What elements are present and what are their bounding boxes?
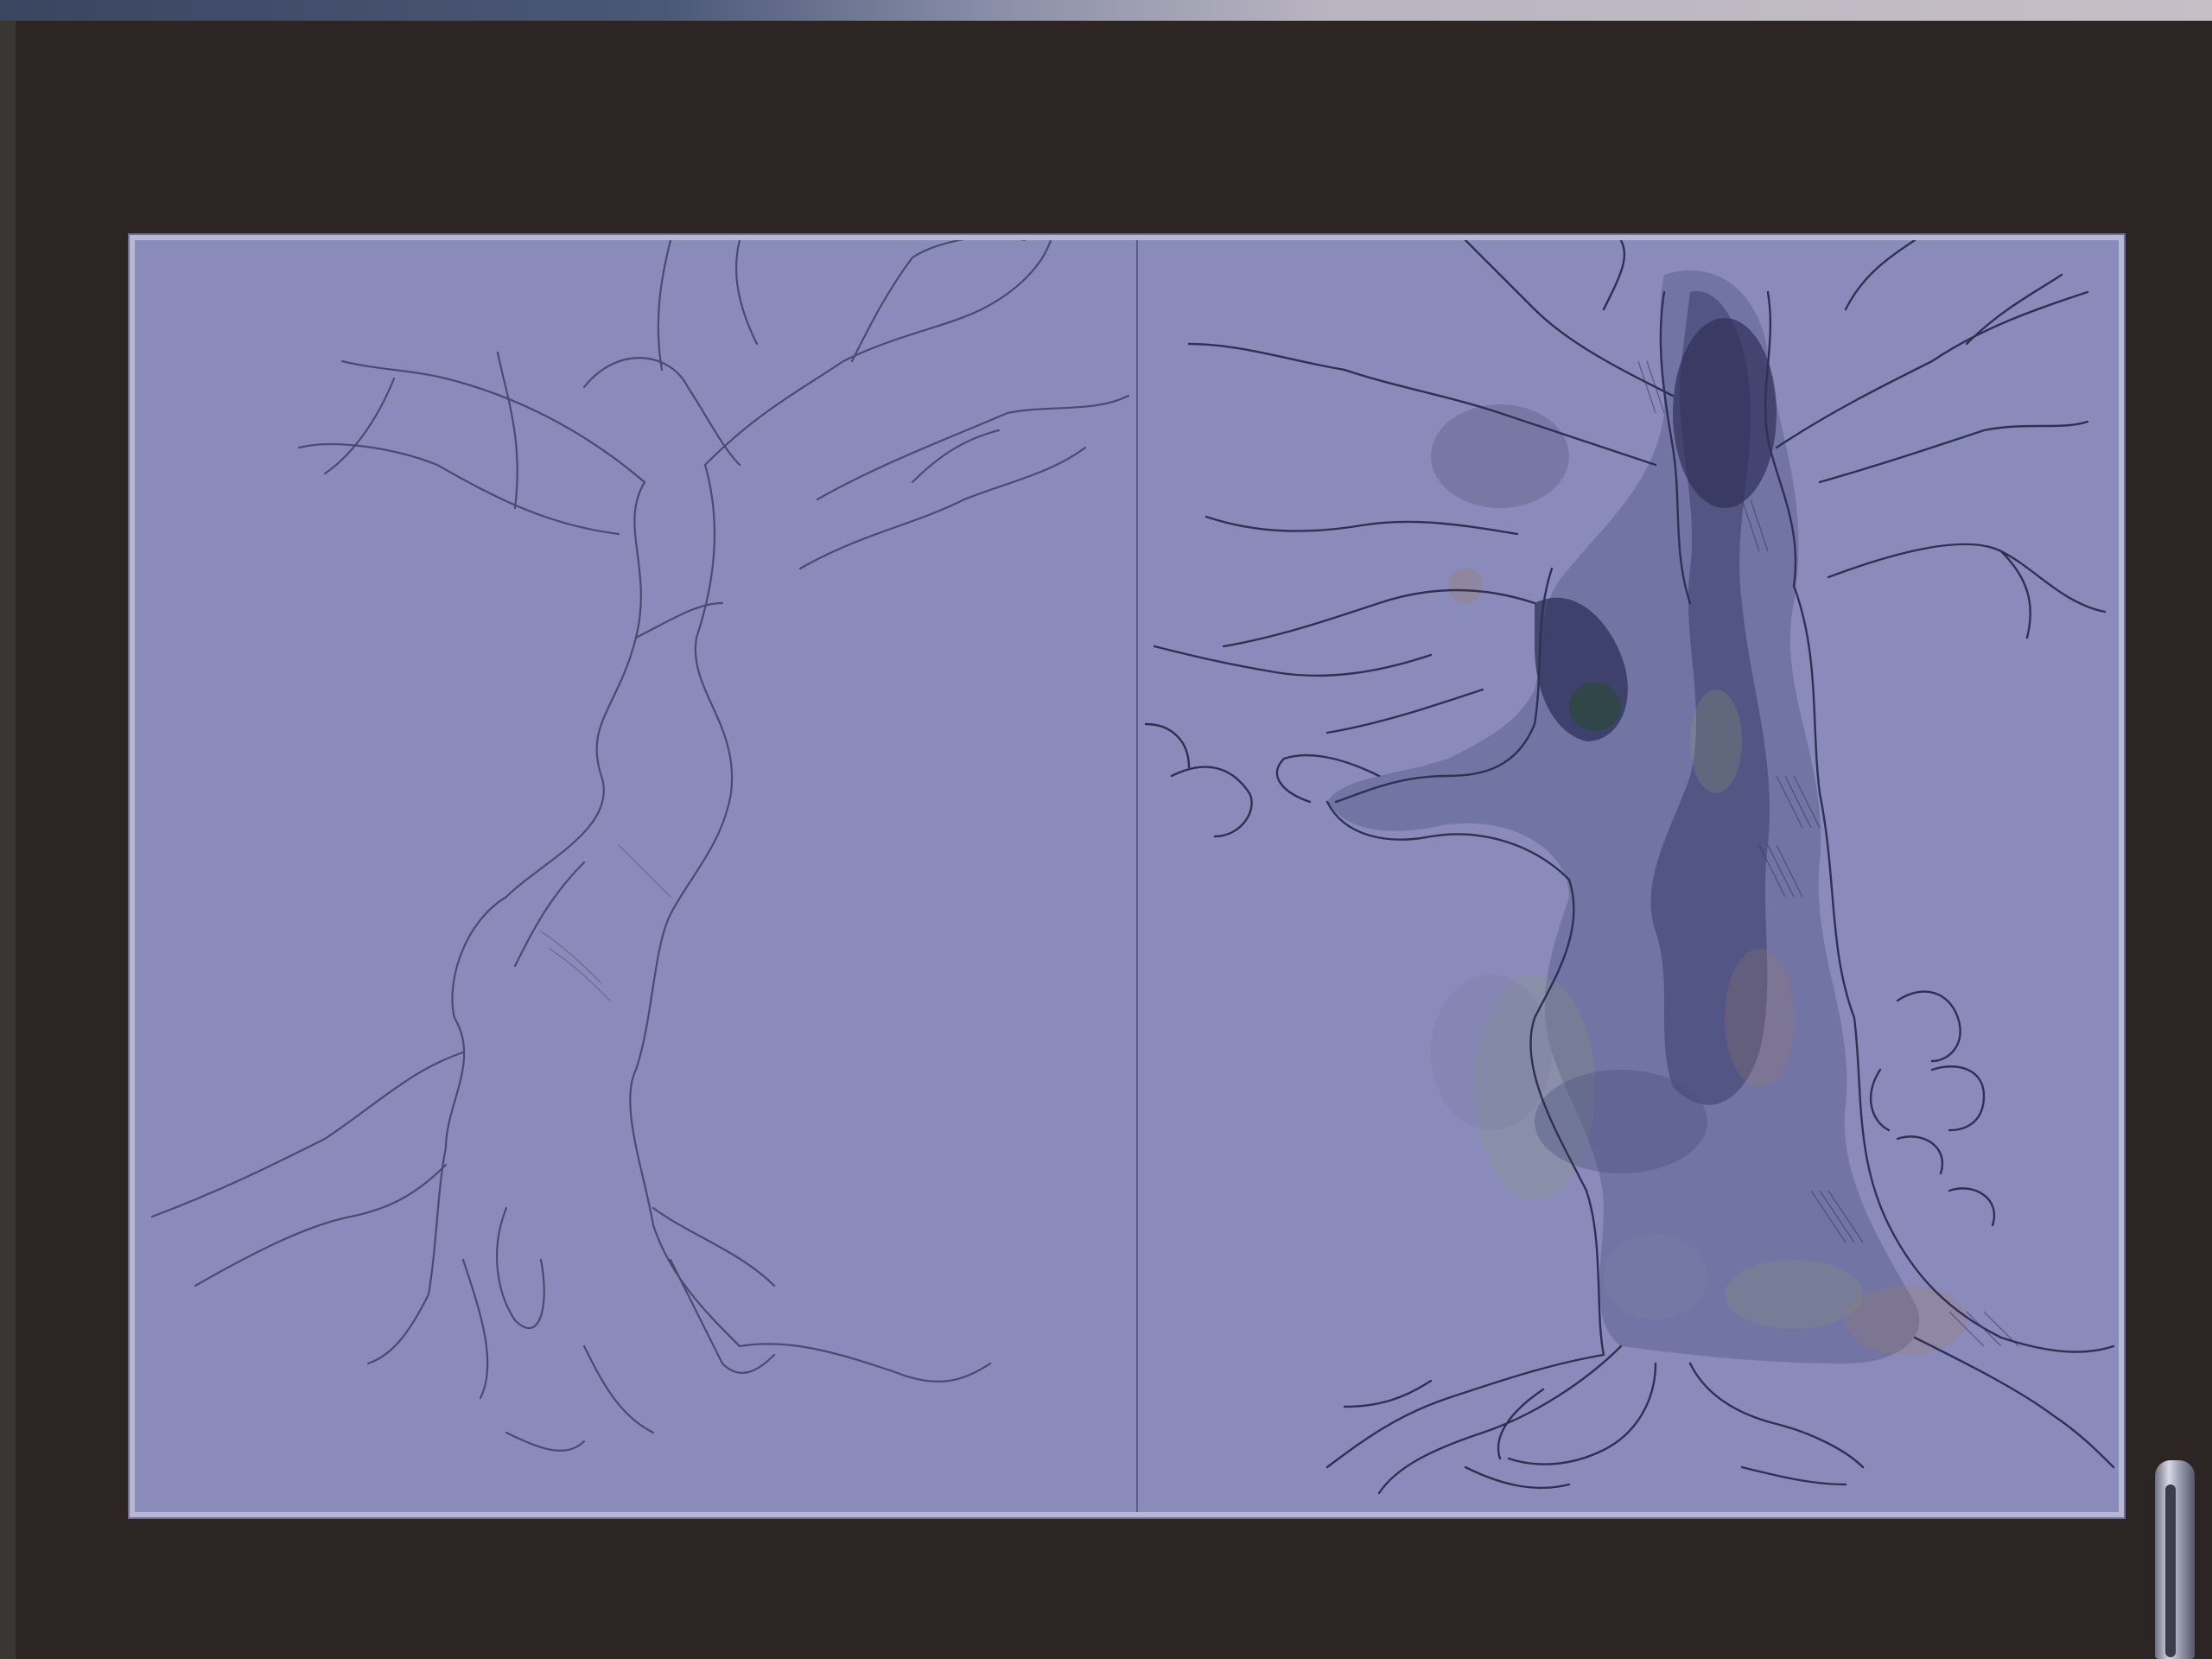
left-tree-sketch <box>150 240 1130 1452</box>
drawing-paper-diptych <box>130 235 2124 1517</box>
background-window-strip <box>0 0 2212 21</box>
frame-edge <box>0 21 16 1659</box>
right-tree-drawing <box>1144 240 2115 1495</box>
clamp-shadow <box>2165 1484 2176 1657</box>
tree-sketches <box>150 240 2115 1512</box>
photo-scene <box>0 0 2212 1659</box>
